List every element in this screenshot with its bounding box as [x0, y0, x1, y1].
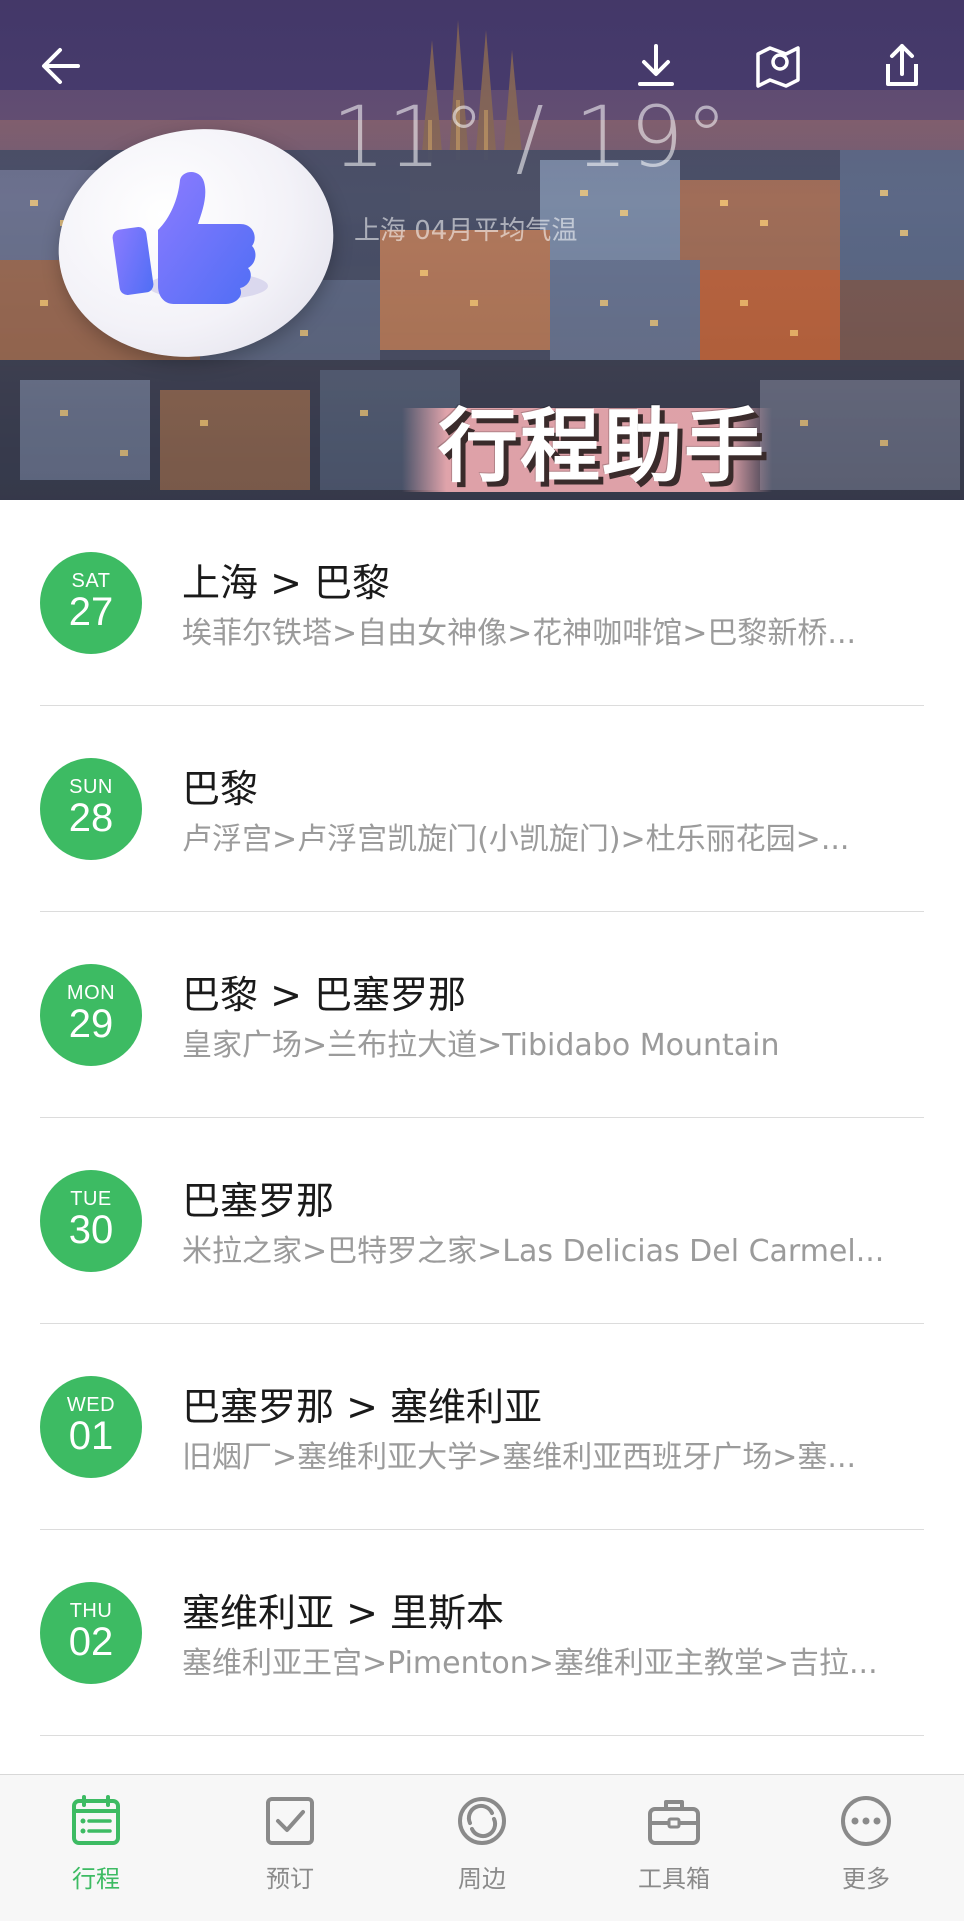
tab-nearby[interactable]: 周边 — [412, 1793, 552, 1903]
itinerary-day-row[interactable]: MON 29 巴黎 > 巴塞罗那 皇家广场>兰布拉大道>Tibidabo Mou… — [0, 912, 964, 1118]
day-places-summary: 埃菲尔铁塔>自由女神像>花神咖啡馆>巴黎新桥... — [182, 616, 857, 651]
temperature-caption: 上海 04月平均气温 — [354, 216, 578, 246]
date-badge: TUE 30 — [40, 1170, 142, 1272]
tab-label: 工具箱 — [638, 1865, 710, 1893]
itinerary-day-row[interactable]: SAT 27 上海 > 巴黎 埃菲尔铁塔>自由女神像>花神咖啡馆>巴黎新桥... — [0, 500, 964, 706]
calendar-list-icon — [72, 1795, 120, 1845]
tab-label: 更多 — [842, 1865, 890, 1893]
back-button[interactable] — [30, 34, 94, 98]
download-icon — [638, 44, 674, 86]
divider — [40, 1735, 924, 1736]
day-places-summary: 旧烟厂>塞维利亚大学>塞维利亚西班牙广场>塞... — [182, 1440, 857, 1475]
day-number: 28 — [68, 796, 114, 840]
tab-label: 预订 — [266, 1865, 314, 1893]
day-number: 01 — [68, 1414, 114, 1458]
back-arrow-icon — [42, 48, 80, 84]
day-places-summary: 卢浮宫>卢浮宫凯旋门(小凯旋门)>杜乐丽花园>... — [182, 822, 850, 857]
checkbox-icon — [266, 1797, 314, 1845]
map-pin-icon — [756, 46, 800, 88]
day-route-title: 塞维利亚 > 里斯本 — [182, 1591, 504, 1635]
share-icon — [886, 44, 918, 86]
day-places-summary: 塞维利亚王宫>Pimenton>塞维利亚主教堂>吉拉... — [182, 1646, 878, 1681]
day-places-summary: 米拉之家>巴特罗之家>Las Delicias Del Carmel... — [182, 1234, 885, 1269]
page-title: 行程助手 — [438, 400, 766, 493]
date-badge: SAT 27 — [40, 552, 142, 654]
date-badge: SUN 28 — [40, 758, 142, 860]
day-route-title: 巴塞罗那 — [182, 1179, 335, 1223]
itinerary-list: SAT 27 上海 > 巴黎 埃菲尔铁塔>自由女神像>花神咖啡馆>巴黎新桥...… — [0, 500, 964, 1736]
day-route-title: 巴黎 — [182, 767, 259, 811]
date-badge: MON 29 — [40, 964, 142, 1066]
tab-itinerary[interactable]: 行程 — [26, 1793, 166, 1903]
itinerary-day-row[interactable]: SUN 28 巴黎 卢浮宫>卢浮宫凯旋门(小凯旋门)>杜乐丽花园>... — [0, 706, 964, 912]
day-number: 29 — [68, 1002, 114, 1046]
map-button[interactable] — [746, 34, 810, 98]
itinerary-day-row[interactable]: THU 02 塞维利亚 > 里斯本 塞维利亚王宫>Pimenton>塞维利亚主教… — [0, 1530, 964, 1736]
day-number: 27 — [68, 590, 114, 634]
tab-more[interactable]: 更多 — [796, 1793, 936, 1903]
day-places-summary: 皇家广场>兰布拉大道>Tibidabo Mountain — [182, 1028, 780, 1063]
tab-label: 行程 — [72, 1865, 120, 1893]
tab-label: 周边 — [458, 1865, 506, 1893]
day-route-title: 巴塞罗那 > 塞维利亚 — [182, 1385, 542, 1429]
date-badge: THU 02 — [40, 1582, 142, 1684]
more-icon — [841, 1796, 891, 1846]
itinerary-day-row[interactable]: TUE 30 巴塞罗那 米拉之家>巴特罗之家>Las Delicias Del … — [0, 1118, 964, 1324]
day-route-title: 上海 > 巴黎 — [182, 561, 390, 605]
day-route-title: 巴黎 > 巴塞罗那 — [182, 973, 466, 1017]
thumbs-up-icon — [112, 172, 268, 304]
date-badge: WED 01 — [40, 1376, 142, 1478]
tab-booking[interactable]: 预订 — [220, 1793, 360, 1903]
nearby-icon — [458, 1797, 506, 1845]
share-button[interactable] — [870, 34, 934, 98]
itinerary-day-row[interactable]: WED 01 巴塞罗那 > 塞维利亚 旧烟厂>塞维利亚大学>塞维利亚西班牙广场>… — [0, 1324, 964, 1530]
temperature-range: 11° / 19° — [332, 88, 730, 186]
day-number: 30 — [68, 1208, 114, 1252]
hero-banner: 11° / 19° 上海 04月平均气温 行程助手 — [0, 0, 964, 500]
tab-toolbox[interactable]: 工具箱 — [604, 1793, 744, 1903]
day-number: 02 — [68, 1620, 114, 1664]
toolbox-icon — [648, 1800, 700, 1845]
bottom-tab-bar: 行程 预订 周边 工具箱 更多 — [0, 1774, 964, 1921]
